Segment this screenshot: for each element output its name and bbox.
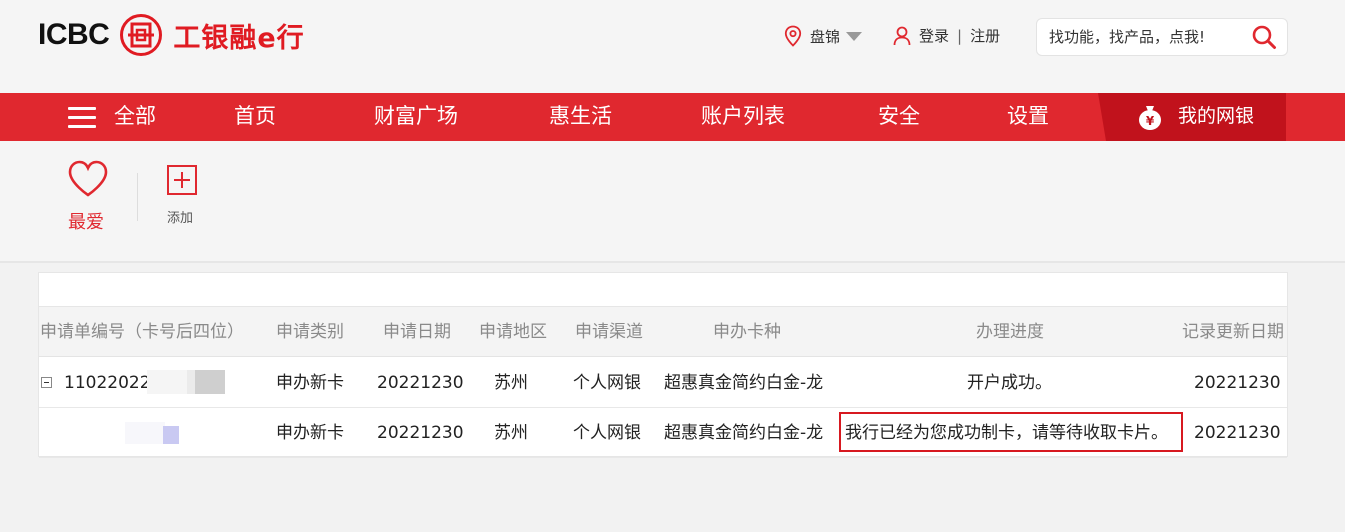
icbc-seal-icon [120, 14, 163, 56]
location-pin-icon [784, 25, 802, 47]
cell-region: 苏州 [494, 373, 528, 393]
icbc-logo[interactable]: ICBC 工银融e行 [38, 14, 305, 56]
divider [137, 173, 138, 221]
chevron-down-icon [846, 31, 863, 41]
top-header: ICBC 工银融e行 盘锦 登录 | 注册 [0, 0, 1345, 93]
cell-card-type: 超惠真金简约白金-龙 [664, 423, 824, 443]
login-separator: | [957, 26, 963, 45]
money-bag-icon: ¥ [1139, 106, 1161, 130]
redaction-mask [147, 370, 187, 394]
col-header-region: 申请地区 [479, 322, 547, 342]
heart-icon[interactable] [67, 159, 109, 199]
my-bank-tab[interactable]: ¥ 我的网银 [1098, 93, 1286, 141]
col-header-category: 申请类别 [276, 322, 344, 342]
favorites-label[interactable]: 最爱 [68, 208, 104, 234]
cell-category: 申办新卡 [276, 373, 344, 393]
application-table: 申请单编号（卡号后四位） 申请类别 申请日期 申请地区 申请渠道 申办卡种 办理… [38, 272, 1288, 458]
logo-text: ICBC [38, 18, 110, 51]
search-box [1036, 18, 1288, 56]
add-icon[interactable] [166, 164, 198, 196]
cell-channel: 个人网银 [573, 373, 641, 393]
favorites-bar: 最爱 添加 [0, 141, 1345, 263]
col-header-updated: 记录更新日期 [1182, 322, 1284, 342]
cell-card-type: 超惠真金简约白金-龙 [664, 373, 824, 393]
search-input[interactable] [1049, 25, 1239, 49]
nav-all[interactable]: 全部 [114, 93, 156, 141]
nav-item-wealth[interactable]: 财富广场 [374, 93, 458, 141]
cell-region: 苏州 [494, 423, 528, 443]
collapse-toggle-icon[interactable] [41, 377, 52, 388]
cell-category: 申办新卡 [276, 423, 344, 443]
nav-item-accounts[interactable]: 账户列表 [701, 93, 785, 141]
cell-updated: 20221230 [1194, 423, 1281, 443]
cell-date: 20221230 [377, 423, 464, 443]
nav-item-home[interactable]: 首页 [234, 93, 276, 141]
location-label: 盘锦 [810, 27, 841, 46]
logo-chinese-name: 工银融e行 [173, 22, 305, 54]
add-label[interactable]: 添加 [167, 207, 193, 226]
menu-icon[interactable] [68, 107, 96, 128]
table-row: 申办新卡 20221230 苏州 个人网银 超惠真金简约白金-龙 我行已经为您成… [39, 408, 1287, 458]
cell-channel: 个人网银 [573, 423, 641, 443]
cell-progress: 开户成功。 [967, 373, 1052, 393]
redaction-mask [163, 426, 179, 444]
location-selector[interactable]: 盘锦 [784, 25, 863, 47]
col-header-progress: 办理进度 [976, 322, 1044, 342]
nav-item-security[interactable]: 安全 [878, 93, 920, 141]
table-row: 11022022 申办新卡 20221230 苏州 个人网银 超惠真金简约白金-… [39, 358, 1287, 408]
table-header: 申请单编号（卡号后四位） 申请类别 申请日期 申请地区 申请渠道 申办卡种 办理… [39, 307, 1287, 357]
user-icon [893, 26, 911, 45]
col-header-channel: 申请渠道 [575, 322, 643, 342]
col-header-date: 申请日期 [383, 322, 451, 342]
redaction-mask [195, 370, 225, 394]
cell-date: 20221230 [377, 373, 464, 393]
svg-text:¥: ¥ [1146, 114, 1155, 128]
register-link[interactable]: 注册 [970, 25, 1000, 46]
cell-id: 11022022 [64, 373, 151, 393]
redaction-mask [125, 422, 165, 444]
search-icon[interactable] [1251, 24, 1277, 50]
nav-item-settings[interactable]: 设置 [1007, 93, 1049, 141]
nav-item-life[interactable]: 惠生活 [549, 93, 612, 141]
cell-progress: 我行已经为您成功制卡，请等待收取卡片。 [845, 423, 1168, 443]
login-link[interactable]: 登录 [919, 25, 949, 46]
col-header-card-type: 申办卡种 [713, 322, 781, 342]
login-area: 登录 | 注册 [893, 25, 1000, 46]
col-header-id: 申请单编号（卡号后四位） [40, 322, 244, 342]
table-toolbar [39, 273, 1287, 307]
cell-updated: 20221230 [1194, 373, 1281, 393]
main-nav: 全部 首页 财富广场 惠生活 账户列表 安全 设置 ¥ 我的网银 [0, 93, 1345, 141]
my-bank-label: 我的网银 [1178, 105, 1255, 127]
